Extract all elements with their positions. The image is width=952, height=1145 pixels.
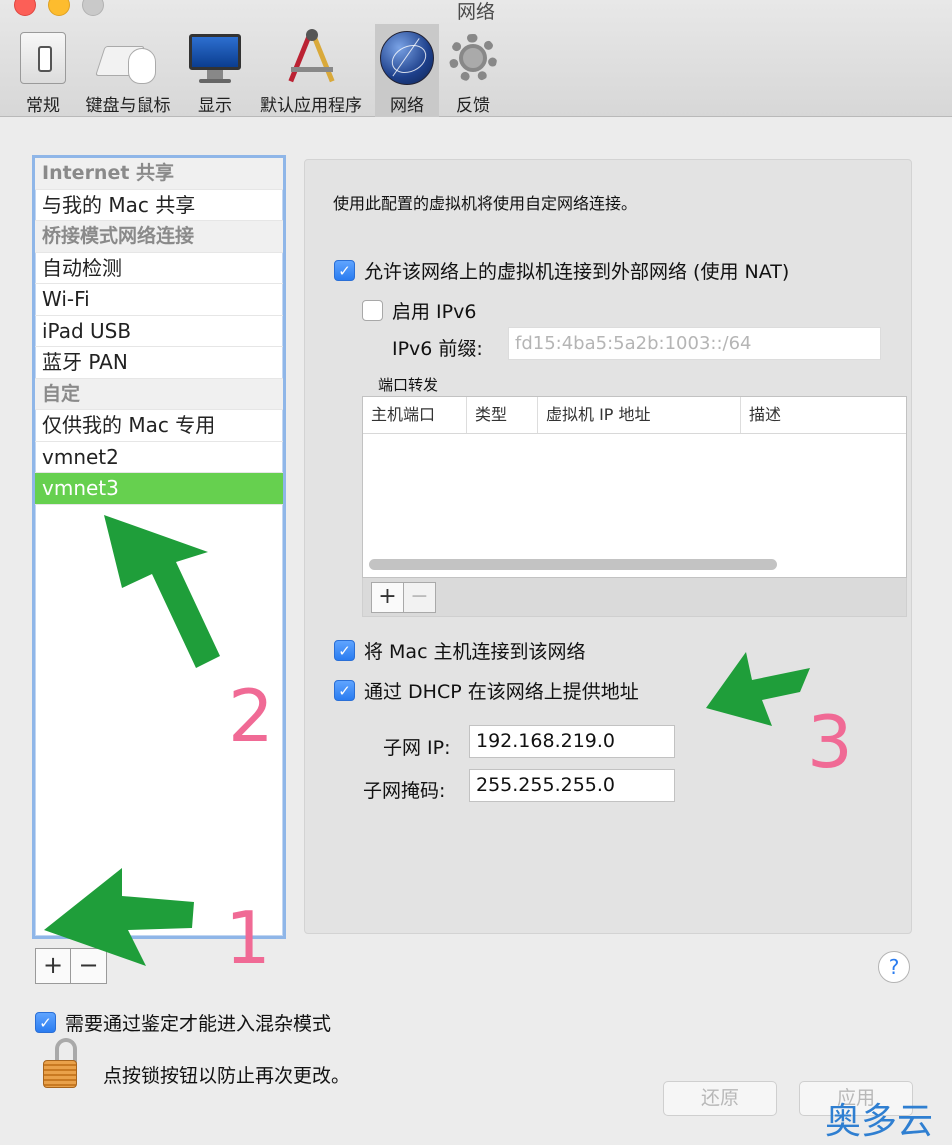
toolbar-item-network[interactable]: 网络	[375, 24, 439, 117]
list-item-vmnet2[interactable]: vmnet2	[35, 442, 283, 473]
general-switch-icon	[20, 32, 66, 84]
default-apps-icon	[283, 29, 339, 87]
watermark-text: 奥多云	[825, 1101, 934, 1142]
network-list-buttons: + −	[35, 948, 107, 984]
keyboard-mouse-icon	[95, 28, 158, 88]
subnet-mask-field[interactable]: 255.255.255.0	[469, 769, 675, 802]
promiscuous-label: 需要通过鉴定才能进入混杂模式	[65, 1013, 332, 1035]
lock-hint-text: 点按锁按钮以防止再次更改。	[103, 1065, 351, 1087]
nat-checkbox[interactable]: ✓	[334, 260, 355, 281]
toolbar-label: 常规	[26, 96, 60, 116]
subnet-ip-field[interactable]: 192.168.219.0	[469, 725, 675, 758]
display-icon	[187, 30, 243, 86]
list-item-ipad-usb[interactable]: iPad USB	[35, 316, 283, 347]
ipv6-label: 启用 IPv6	[392, 301, 477, 323]
add-port-forward-button[interactable]: +	[371, 582, 404, 613]
port-forwarding-buttons: + −	[362, 578, 907, 617]
annotation-number-3: 3	[807, 700, 853, 784]
list-item-bluetooth-pan[interactable]: 蓝牙 PAN	[35, 347, 283, 379]
annotation-number-2: 2	[228, 674, 274, 758]
network-globe-icon	[380, 31, 434, 85]
nat-label: 允许该网络上的虚拟机连接到外部网络 (使用 NAT)	[364, 261, 790, 283]
add-network-button[interactable]: +	[35, 948, 71, 984]
section-header-bridged: 桥接模式网络连接	[35, 221, 283, 253]
preferences-toolbar: 网络 常规 键盘与鼠标 显示 默认应用程序 网络 反馈	[0, 0, 952, 117]
ipv6-prefix-field: fd15:4ba5:5a2b:1003::/64	[508, 327, 881, 360]
dhcp-label: 通过 DHCP 在该网络上提供地址	[364, 681, 639, 703]
list-item-autodetect[interactable]: 自动检测	[35, 253, 283, 284]
toolbar-item-keyboard-mouse[interactable]: 键盘与鼠标	[80, 24, 176, 117]
remove-port-forward-button[interactable]: −	[403, 582, 436, 613]
section-header-internet-sharing: Internet 共享	[35, 158, 283, 190]
subnet-mask-label: 子网掩码:	[363, 780, 446, 802]
pane-description: 使用此配置的虚拟机将使用自定网络连接。	[333, 194, 638, 213]
promiscuous-option[interactable]: ✓ 需要通过鉴定才能进入混杂模式	[35, 1009, 331, 1036]
connect-host-checkbox[interactable]: ✓	[334, 640, 355, 661]
ipv6-prefix-label: IPv6 前缀:	[392, 338, 483, 360]
dhcp-option[interactable]: ✓ 通过 DHCP 在该网络上提供地址	[334, 677, 639, 704]
feedback-gear-icon	[445, 30, 501, 86]
window-title: 网络	[456, 1, 495, 23]
toolbar-label: 反馈	[456, 96, 490, 116]
ipv6-option[interactable]: 启用 IPv6	[362, 297, 476, 324]
help-button[interactable]: ?	[878, 951, 910, 983]
annotation-number-1: 1	[225, 896, 271, 980]
toolbar-item-display[interactable]: 显示	[186, 24, 244, 117]
toolbar-item-general[interactable]: 常规	[14, 24, 72, 117]
horizontal-scrollbar[interactable]	[369, 559, 777, 570]
toolbar-label: 键盘与鼠标	[85, 96, 171, 116]
list-item-vmnet3[interactable]: vmnet3	[35, 473, 283, 505]
column-type[interactable]: 类型	[467, 397, 538, 433]
column-vm-ip[interactable]: 虚拟机 IP 地址	[538, 397, 741, 433]
connect-host-label: 将 Mac 主机连接到该网络	[364, 641, 586, 663]
list-item-wifi[interactable]: Wi-Fi	[35, 284, 283, 316]
toolbar-label: 网络	[390, 96, 424, 116]
toolbar-label: 显示	[198, 96, 232, 116]
promiscuous-checkbox[interactable]: ✓	[35, 1012, 56, 1033]
subnet-ip-label: 子网 IP:	[383, 737, 451, 759]
toolbar-item-feedback[interactable]: 反馈	[444, 24, 502, 117]
nat-option[interactable]: ✓ 允许该网络上的虚拟机连接到外部网络 (使用 NAT)	[334, 257, 789, 284]
section-header-custom: 自定	[35, 378, 283, 410]
list-item-share-with-mac[interactable]: 与我的 Mac 共享	[35, 190, 283, 221]
port-forwarding-table[interactable]: 主机端口 类型 虚拟机 IP 地址 描述	[362, 396, 907, 578]
revert-button[interactable]: 还原	[663, 1081, 777, 1116]
column-host-port[interactable]: 主机端口	[363, 397, 467, 433]
list-item-private-to-my-mac[interactable]: 仅供我的 Mac 专用	[35, 410, 283, 442]
dhcp-checkbox[interactable]: ✓	[334, 680, 355, 701]
connect-host-option[interactable]: ✓ 将 Mac 主机连接到该网络	[334, 637, 586, 664]
ipv6-checkbox[interactable]	[362, 300, 383, 321]
port-forwarding-label: 端口转发	[378, 376, 439, 394]
remove-network-button[interactable]: −	[71, 948, 107, 984]
toolbar-label: 默认应用程序	[260, 96, 362, 116]
network-list[interactable]: Internet 共享 与我的 Mac 共享 桥接模式网络连接 自动检测 Wi-…	[32, 155, 286, 939]
table-header: 主机端口 类型 虚拟机 IP 地址 描述	[363, 397, 906, 434]
column-description[interactable]: 描述	[741, 397, 906, 433]
toolbar-item-default-apps[interactable]: 默认应用程序	[253, 24, 369, 117]
lock-icon[interactable]	[43, 1038, 83, 1090]
